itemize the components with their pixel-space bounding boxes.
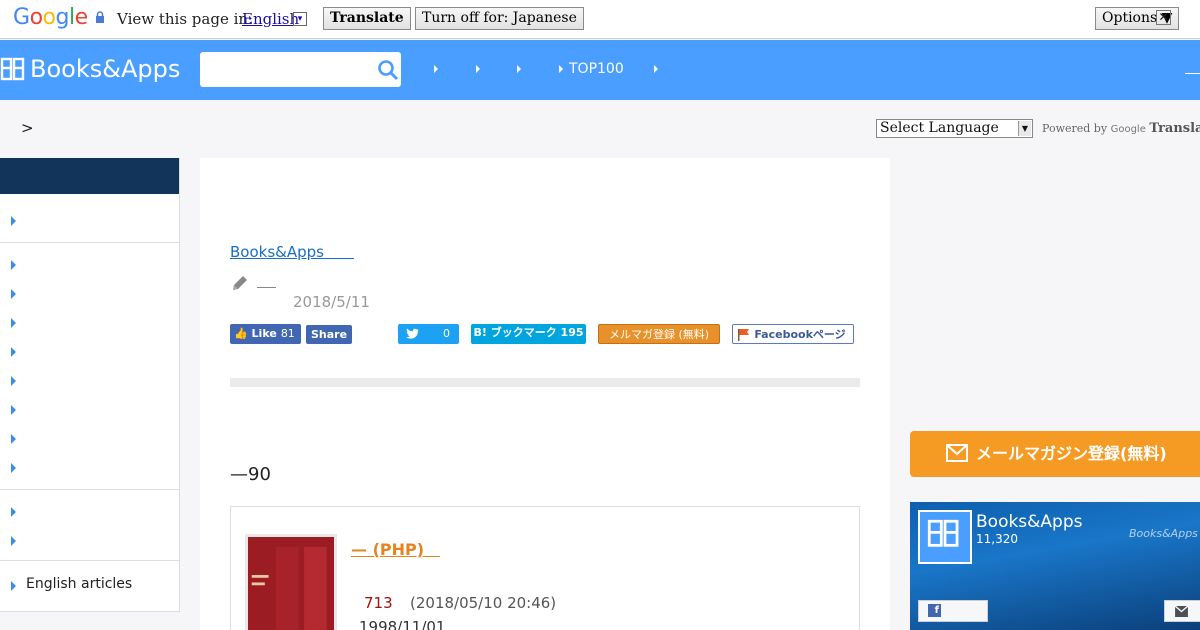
flag-icon <box>738 329 749 341</box>
books-apps-logo-icon <box>0 57 25 81</box>
fb-widget-like-button[interactable]: f <box>918 600 988 622</box>
envelope-icon <box>946 444 968 462</box>
site-link[interactable]: Books&Apps <box>230 241 354 262</box>
sidebar-divider <box>0 242 180 243</box>
site-header: Books&Apps TOP100 <box>0 40 1200 100</box>
mail-magazine-button[interactable]: メルマガ登録 (無料) <box>598 324 720 344</box>
book-cover-art <box>248 537 334 630</box>
sidebar-divider <box>0 489 180 490</box>
book-title-link[interactable]: — (PHP) <box>351 536 440 560</box>
facebook-page-button[interactable]: Facebookページ <box>732 324 854 344</box>
facebook-like-button[interactable]: 👍 Like 81 <box>230 324 301 344</box>
menu-line[interactable] <box>1185 73 1200 74</box>
search-icon[interactable] <box>377 59 399 81</box>
select-language-label: Select Language <box>880 120 999 136</box>
publish-date: 2018/5/11 <box>293 293 370 311</box>
close-icon[interactable]: ✕ <box>1156 10 1171 25</box>
facebook-page-widget[interactable]: Books&Apps 11,320 Books&Apps f <box>910 502 1200 630</box>
chevron-down-icon: ▼ <box>1018 121 1031 136</box>
google-logo: Google <box>13 5 88 30</box>
facebook-icon: f <box>928 604 941 617</box>
logo-text: Books&Apps <box>30 55 181 83</box>
nav-item-3[interactable] <box>517 61 527 77</box>
book-cover-image[interactable] <box>245 534 337 630</box>
envelope-icon <box>1175 606 1188 617</box>
select-language-dropdown[interactable]: Select Language ▼ <box>876 119 1033 138</box>
twitter-bird-icon <box>406 328 419 339</box>
book-card: — (PHP) 713 (2018/05/10 20:46) 1998/11/0… <box>230 506 860 630</box>
books-apps-logo-icon[interactable] <box>918 510 972 564</box>
article-main: Books&Apps 2018/5/11 👍 Like 81 Share 0 B!… <box>200 158 890 630</box>
fb-like-count: 11,320 <box>976 532 1018 546</box>
lock-icon <box>96 11 104 23</box>
book-release-date: 1998/11/01 <box>359 618 446 630</box>
language-dropdown-icon[interactable]: ▾ <box>293 12 307 26</box>
fb-cover-watermark: Books&Apps <box>1129 527 1198 540</box>
fb-page-name[interactable]: Books&Apps <box>976 512 1083 532</box>
sidebar-header <box>0 158 179 194</box>
thumbs-up-icon: 👍 <box>234 327 248 340</box>
view-page-label: View this page in: <box>117 10 254 28</box>
powered-by-google: Powered by Google Translate <box>1042 121 1200 136</box>
category-sidebar: English articles <box>0 158 180 612</box>
target-language-link[interactable]: English <box>242 10 299 28</box>
pencil-icon <box>233 276 247 290</box>
nav-item-1[interactable] <box>434 61 444 77</box>
fb-widget-message-button[interactable] <box>1164 600 1200 622</box>
book-rank-timestamp: (2018/05/10 20:46) <box>410 594 557 612</box>
author-underline <box>257 287 276 288</box>
sidebar-divider <box>0 560 180 561</box>
nav-item-5[interactable] <box>654 61 664 77</box>
turn-off-button[interactable]: Turn off for: Japanese <box>415 7 584 30</box>
book-rank: 713 <box>364 594 393 612</box>
article-heading: —90 <box>230 464 271 485</box>
nav-item-2[interactable] <box>476 61 486 77</box>
site-logo[interactable]: Books&Apps <box>0 55 180 83</box>
divider-bar <box>230 378 860 387</box>
translate-button[interactable]: Translate <box>323 7 411 30</box>
newsletter-signup-button[interactable]: メールマガジン登録(無料) <box>910 431 1200 477</box>
google-translate-bar: Google View this page in: English ▾ Tran… <box>0 0 1200 39</box>
breadcrumb[interactable]: > <box>21 119 34 137</box>
facebook-share-button[interactable]: Share <box>306 325 352 344</box>
tweet-button[interactable]: 0 <box>398 324 459 344</box>
nav-item-top100[interactable]: TOP100 <box>559 61 624 77</box>
search-input[interactable] <box>200 52 401 87</box>
hatena-bookmark-button[interactable]: B! ブックマーク 195 <box>471 324 586 344</box>
